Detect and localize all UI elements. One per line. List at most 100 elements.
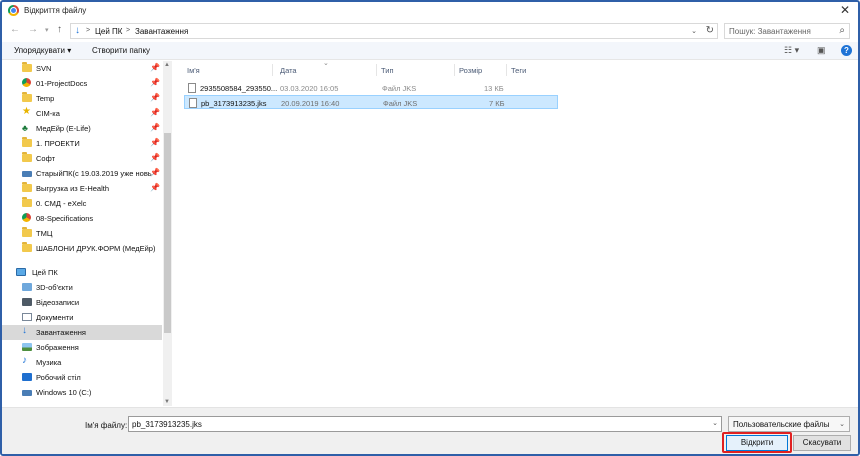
view-options-icon[interactable]: ☷ ▾ — [784, 45, 799, 56]
file-list: ⌄ Ім'я Дата Тип Розмір Теги 2935508584_2… — [174, 60, 858, 406]
image-icon — [22, 343, 32, 351]
nav-item-label: Документи — [36, 313, 74, 322]
chrome-icon — [22, 213, 31, 222]
breadcrumb-this-pc[interactable]: Цей ПК — [95, 27, 122, 36]
nav-item-label: SVN — [36, 64, 52, 73]
forward-arrow-icon[interactable]: → — [28, 24, 38, 35]
chrome-icon — [22, 78, 31, 87]
chrome-app-icon — [8, 5, 19, 16]
nav-item-pictures[interactable]: Зображення — [2, 340, 162, 355]
title-bar: Відкриття файлу ✕ — [2, 2, 858, 20]
nav-item-desktop[interactable]: Робочий стіл — [2, 370, 162, 385]
file-size: 7 КБ — [489, 99, 505, 108]
column-divider[interactable] — [506, 64, 507, 76]
nav-item-label: Відеозаписи — [36, 298, 80, 307]
column-header-name[interactable]: Ім'я — [187, 66, 200, 75]
file-row-selected[interactable]: pb_3173913235.jks 20.09.2019 16:40 Файл … — [184, 95, 558, 109]
filename-field[interactable]: ⌄ — [128, 416, 722, 432]
column-header-tags[interactable]: Теги — [511, 66, 526, 75]
nav-item-specifications[interactable]: 08-Specifications — [2, 211, 162, 226]
nav-item-soft[interactable]: Софт 📌 — [2, 151, 162, 166]
nav-item-music[interactable]: ♪ Музика — [2, 355, 162, 370]
up-arrow-icon[interactable]: ↑ — [57, 24, 62, 35]
nav-item-windows-drive[interactable]: Windows 10 (C:) — [2, 385, 162, 400]
nav-item-medair[interactable]: ♣ МедЕйр (E-Life) 📌 — [2, 121, 162, 136]
address-dropdown-icon[interactable]: ⌄ — [691, 27, 697, 35]
nav-item-documents[interactable]: Документи — [2, 310, 162, 325]
cancel-button[interactable]: Скасувати — [793, 435, 851, 451]
search-icon[interactable]: ⌕ — [839, 25, 845, 36]
column-header-date[interactable]: Дата — [280, 66, 297, 75]
file-row[interactable]: 2935508584_293550... 03.03.2020 16:05 Фа… — [184, 81, 558, 95]
nav-item-3d-objects[interactable]: 3D-об'єкти — [2, 280, 162, 295]
column-divider[interactable] — [272, 64, 273, 76]
recent-locations-chevron-icon[interactable]: ▾ — [45, 26, 49, 34]
nav-item-label: Цей ПК — [32, 268, 58, 277]
sort-indicator-icon: ⌄ — [323, 60, 329, 67]
search-placeholder: Пошук: Завантаження — [729, 27, 811, 36]
nav-item-temp[interactable]: Temp 📌 — [2, 91, 162, 106]
pin-icon: 📌 — [150, 168, 160, 177]
column-header-size[interactable]: Розмір — [459, 66, 482, 75]
breadcrumb-downloads[interactable]: Завантаження — [135, 27, 188, 36]
scroll-up-icon[interactable]: ▲ — [164, 62, 170, 68]
filename-label: Ім'я файлу: — [85, 421, 128, 430]
monitor-icon — [16, 268, 26, 276]
nav-item-label: Софт — [36, 154, 56, 163]
file-name: 2935508584_293550... — [200, 84, 278, 93]
nav-item-sim[interactable]: ★ СІМ-ка 📌 — [2, 106, 162, 121]
file-type-value: Пользовательские файлы — [733, 420, 830, 429]
folder-icon — [22, 62, 32, 72]
nav-item-tmc[interactable]: ТМЦ — [2, 226, 162, 241]
navigation-scrollbar[interactable]: ▲ ▼ — [163, 61, 172, 406]
column-header-type[interactable]: Тип — [381, 66, 394, 75]
file-type: Файл JKS — [383, 99, 418, 108]
nav-item-smd[interactable]: 0. СМД - eXelc — [2, 196, 162, 211]
scrollbar-thumb[interactable] — [164, 133, 171, 333]
open-file-dialog: Відкриття файлу ✕ ← → ▾ ↑ ↓ > Цей ПК > З… — [0, 0, 860, 456]
scroll-down-icon[interactable]: ▼ — [164, 399, 170, 405]
nav-item-projects[interactable]: 1. ПРОЕКТИ 📌 — [2, 136, 162, 151]
nav-item-templates[interactable]: ШАБЛОНИ ДРУК.ФОРМ (МедЕйр) — [2, 241, 162, 256]
nav-item-label: МедЕйр (E-Life) — [36, 124, 91, 133]
search-box[interactable]: Пошук: Завантаження ⌕ — [724, 23, 850, 39]
file-icon — [188, 83, 196, 93]
nav-item-label: ШАБЛОНИ ДРУК.ФОРМ (МедЕйр) — [36, 244, 156, 253]
hdd-icon — [22, 171, 32, 177]
file-type-dropdown-icon[interactable]: ⌄ — [839, 420, 845, 428]
pin-icon: 📌 — [150, 78, 160, 87]
help-icon[interactable]: ? — [841, 45, 852, 56]
download-icon: ↓ — [22, 325, 27, 336]
organize-button[interactable]: Упорядкувати ▾ — [14, 46, 71, 55]
video-icon — [22, 298, 32, 306]
nav-item-videos[interactable]: Відеозаписи — [2, 295, 162, 310]
address-bar[interactable]: ↓ > Цей ПК > Завантаження ⌄ ↻ — [70, 23, 718, 39]
pin-icon: 📌 — [150, 138, 160, 147]
new-folder-button[interactable]: Створити папку — [92, 46, 150, 55]
nav-item-projectdocs[interactable]: 01-ProjectDocs 📌 — [2, 76, 162, 91]
cube-icon — [22, 283, 32, 291]
nav-item-label: Завантаження — [36, 328, 86, 337]
nav-item-ehealth-export[interactable]: Выгрузка из E-Health 📌 — [2, 181, 162, 196]
nav-item-label: СІМ-ка — [36, 109, 60, 118]
preview-pane-icon[interactable]: ▣ — [817, 45, 826, 56]
nav-item-label: 08-Specifications — [36, 214, 94, 223]
nav-item-old-pc[interactable]: СтарыйПК(с 19.03.2019 уже новь 📌 — [2, 166, 162, 181]
nav-item-label: 1. ПРОЕКТИ — [36, 139, 80, 148]
file-icon — [189, 98, 197, 108]
filename-input[interactable] — [132, 419, 702, 430]
column-divider[interactable] — [454, 64, 455, 76]
folder-icon — [22, 182, 32, 192]
nav-item-this-pc[interactable]: Цей ПК — [2, 265, 162, 280]
navigation-pane: SVN 📌 01-ProjectDocs 📌 Temp 📌 ★ СІМ-ка 📌… — [2, 61, 173, 406]
column-divider[interactable] — [376, 64, 377, 76]
pin-icon: 📌 — [150, 108, 160, 117]
file-type-select[interactable]: Пользовательские файлы ⌄ — [728, 416, 850, 432]
filename-dropdown-icon[interactable]: ⌄ — [712, 419, 718, 427]
refresh-icon[interactable]: ↻ — [706, 25, 714, 36]
nav-item-downloads[interactable]: ↓ Завантаження — [2, 325, 162, 340]
nav-item-svn[interactable]: SVN 📌 — [2, 61, 162, 76]
folder-icon — [22, 152, 32, 162]
close-icon[interactable]: ✕ — [840, 3, 850, 17]
back-arrow-icon[interactable]: ← — [10, 24, 20, 35]
